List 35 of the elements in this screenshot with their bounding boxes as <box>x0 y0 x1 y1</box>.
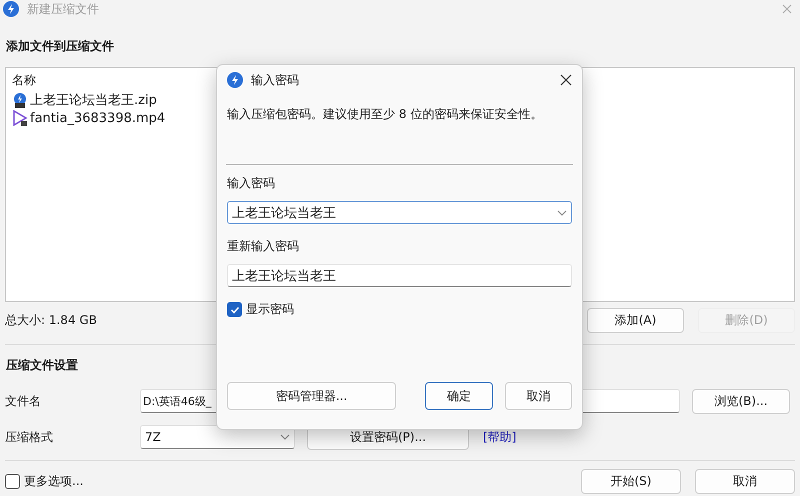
app-logo-icon <box>3 1 19 17</box>
dialog-description: 输入压缩包密码。建议使用至少 8 位的密码来保证安全性。 <box>227 106 544 123</box>
field-label: 压缩格式 <box>5 428 54 446</box>
field-label: 文件名 <box>5 392 42 410</box>
file-name[interactable]: 上老王论坛当老王.zip <box>30 91 157 109</box>
app-logo-icon <box>227 72 243 88</box>
window-title: 新建压缩文件 <box>27 0 99 18</box>
caret-icon <box>280 434 290 440</box>
dialog-title: 输入密码 <box>251 72 299 88</box>
browse-button[interactable]: 浏览(B)... <box>692 388 790 414</box>
action-button[interactable]: 添加(A) <box>587 308 684 332</box>
format-dropdown[interactable]: 7Z <box>140 425 295 449</box>
section-heading: 添加文件到压缩文件 <box>6 38 114 55</box>
checkbox[interactable] <box>5 474 20 489</box>
file-name[interactable]: fantia_3683398.mp4 <box>30 110 166 126</box>
password-field[interactable]: 上老王论坛当老王 <box>227 201 572 224</box>
dialog-button[interactable]: 取消 <box>695 469 795 494</box>
dialog-button[interactable]: 开始(S) <box>581 469 681 494</box>
more-options-label: 更多选项... <box>24 473 84 490</box>
archive-file-icon <box>12 92 28 108</box>
dialog-button[interactable]: 确定 <box>425 382 493 410</box>
checkbox[interactable] <box>227 302 242 317</box>
password-field[interactable]: 上老王论坛当老王 <box>227 264 572 287</box>
show-password-label: 显示密码 <box>246 301 294 318</box>
total-size: 总大小: 1.84 GB <box>5 312 97 328</box>
dialog-button[interactable]: 密码管理器... <box>227 382 396 410</box>
close-icon <box>782 4 792 14</box>
caret-icon <box>557 210 567 216</box>
section-heading: 压缩文件设置 <box>6 357 78 374</box>
field-label: 输入密码 <box>227 175 276 192</box>
field-label: 重新输入密码 <box>227 238 300 255</box>
video-file-icon <box>12 110 28 126</box>
help-link[interactable]: [帮助] <box>483 428 516 446</box>
close-icon <box>560 74 572 86</box>
dialog-button[interactable]: 取消 <box>504 382 572 410</box>
